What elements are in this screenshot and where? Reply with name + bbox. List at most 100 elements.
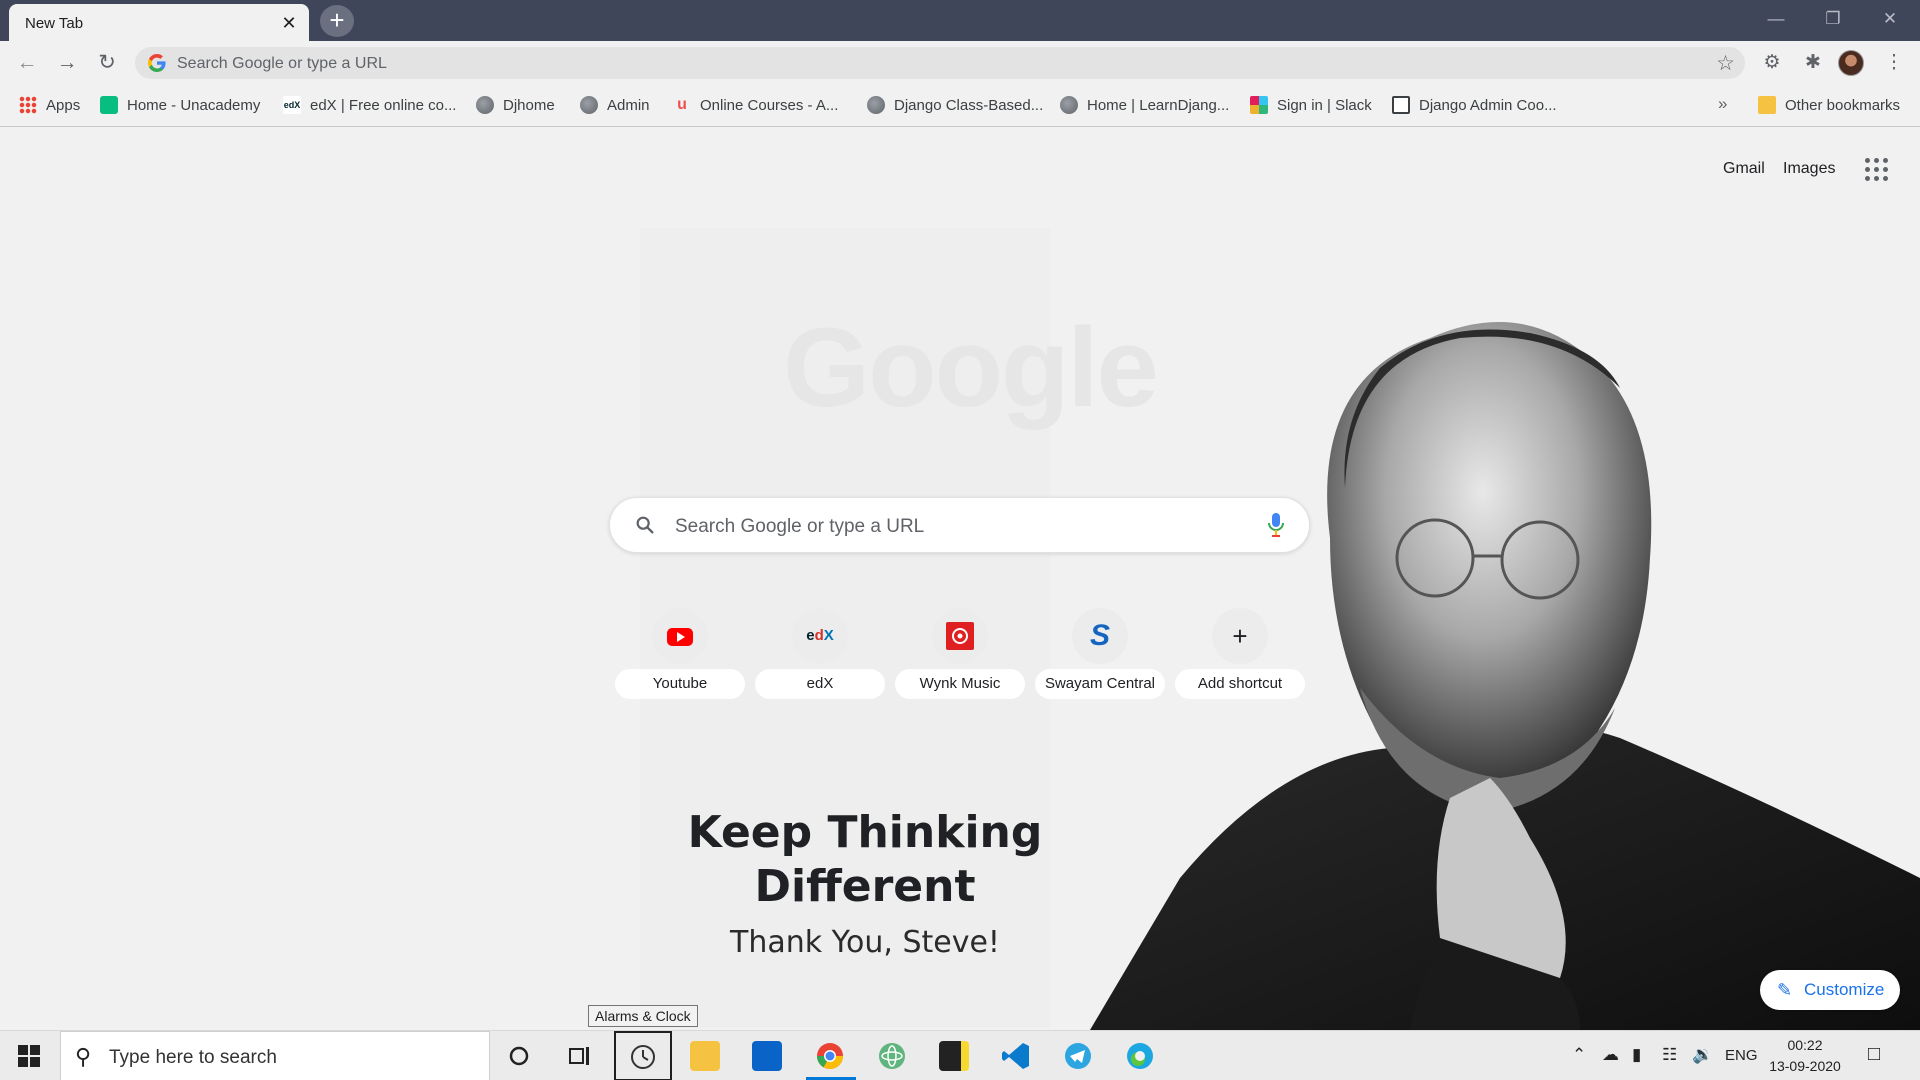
quote-line-1: Keep Thinking xyxy=(687,807,1043,858)
shortcut-wynk[interactable]: Wynk Music xyxy=(895,608,1025,720)
wifi-icon[interactable]: ☷ xyxy=(1662,1045,1677,1065)
clock-time: 00:22 xyxy=(1787,1037,1823,1053)
customize-button[interactable]: ✎ Customize xyxy=(1760,970,1900,1010)
search-icon: ⚲ xyxy=(75,1044,92,1069)
quote-subtitle: Thank You, Steve! xyxy=(730,925,1000,960)
google-g-icon xyxy=(148,54,166,72)
bookmark-apps[interactable]: Apps xyxy=(19,94,80,116)
system-clock[interactable]: 00:22 13-09-2020 xyxy=(1765,1035,1845,1077)
bookmark-label: Home - Unacademy xyxy=(127,96,261,114)
taskbar-mail[interactable] xyxy=(738,1031,796,1080)
globe-icon xyxy=(580,96,598,114)
images-link[interactable]: Images xyxy=(1783,160,1835,178)
bookmark-label: Sign in | Slack xyxy=(1277,96,1372,114)
tab-new-tab[interactable]: New Tab ✕ xyxy=(9,4,309,41)
document-icon xyxy=(1392,96,1410,114)
bookmark-udemy[interactable]: u Online Courses - A... xyxy=(673,94,838,116)
profile-avatar[interactable] xyxy=(1838,50,1864,76)
bookmark-edx[interactable]: edX edX | Free online co... xyxy=(283,94,456,116)
bookmark-other[interactable]: Other bookmarks xyxy=(1758,94,1900,116)
bookmark-label: Djhome xyxy=(503,96,555,114)
taskbar-alarms-clock[interactable] xyxy=(614,1031,672,1080)
bookmark-label: Django Class-Based... xyxy=(894,96,1044,114)
menu-kebab-icon[interactable]: ⋮ xyxy=(1880,49,1908,77)
taskbar-vscode[interactable] xyxy=(987,1031,1045,1080)
task-view-button[interactable] xyxy=(551,1031,609,1080)
forward-arrow-icon[interactable]: → xyxy=(52,48,82,78)
taskbar-file-explorer[interactable] xyxy=(676,1031,734,1080)
bookmark-label: edX | Free online co... xyxy=(310,96,457,114)
bookmark-admin[interactable]: Admin xyxy=(580,94,650,116)
volume-icon[interactable]: 🔉 xyxy=(1692,1045,1713,1065)
language-indicator[interactable]: ENG xyxy=(1725,1047,1758,1064)
taskbar-telegram[interactable] xyxy=(1049,1031,1107,1080)
close-tab-icon[interactable]: ✕ xyxy=(279,13,299,33)
extensions-puzzle-icon[interactable]: ✱ xyxy=(1799,49,1827,77)
shortcut-tile: edX xyxy=(792,608,848,664)
telegram-icon xyxy=(1065,1043,1091,1069)
tab-strip: New Tab ✕ + — ❐ ✕ xyxy=(0,0,1920,41)
windows-taskbar: ⚲ Type here to search ⌃ ☁ ▮ ☷ 🔉 ENG 00:2… xyxy=(0,1030,1920,1080)
shortcut-tile xyxy=(652,608,708,664)
extension-gear-icon[interactable]: ⚙ xyxy=(1758,49,1786,77)
onedrive-cloud-icon[interactable]: ☁ xyxy=(1602,1045,1619,1065)
tab-title: New Tab xyxy=(25,15,84,32)
globe-icon xyxy=(476,96,494,114)
vscode-icon xyxy=(1002,1043,1029,1069)
task-view-icon xyxy=(569,1047,589,1065)
atom-icon xyxy=(879,1043,905,1069)
wynk-music-icon xyxy=(946,622,974,650)
reload-icon[interactable]: ↻ xyxy=(92,48,122,78)
quote-line-2: Different xyxy=(754,861,976,912)
mail-icon xyxy=(752,1041,782,1071)
taskbar-edge[interactable] xyxy=(1111,1031,1169,1080)
globe-icon xyxy=(867,96,885,114)
taskbar-atom[interactable] xyxy=(863,1031,921,1080)
back-arrow-icon[interactable]: ← xyxy=(12,48,42,78)
windows-start-icon[interactable] xyxy=(18,1045,40,1067)
unacademy-icon xyxy=(100,96,118,114)
udemy-icon: u xyxy=(677,96,687,113)
taskbar-chrome[interactable] xyxy=(801,1031,859,1080)
shortcut-youtube[interactable]: Youtube xyxy=(615,608,745,720)
search-icon xyxy=(636,516,654,534)
minimize-button[interactable]: — xyxy=(1756,6,1796,32)
bookmarks-bar: Apps Home - Unacademy edX edX | Free onl… xyxy=(0,84,1920,127)
cortana-button[interactable] xyxy=(490,1031,548,1080)
close-window-button[interactable]: ✕ xyxy=(1870,6,1910,32)
shortcut-label: edX xyxy=(755,669,885,699)
bookmark-slack[interactable]: Sign in | Slack xyxy=(1250,94,1372,116)
sticky-notes-icon xyxy=(939,1041,969,1071)
action-center-icon[interactable]: □ xyxy=(1868,1043,1880,1066)
new-tab-button[interactable]: + xyxy=(320,5,354,37)
battery-icon[interactable]: ▮ xyxy=(1632,1045,1641,1065)
bookmarks-overflow-icon[interactable]: » xyxy=(1718,94,1727,114)
show-hidden-icons-chevron-icon[interactable]: ⌃ xyxy=(1572,1045,1586,1065)
bookmark-label: Admin xyxy=(607,96,650,114)
bookmark-star-icon[interactable]: ☆ xyxy=(1716,51,1735,76)
taskbar-search-box[interactable]: ⚲ Type here to search xyxy=(60,1031,490,1080)
bookmark-django-cbv[interactable]: Django Class-Based... xyxy=(867,94,1043,116)
address-bar[interactable]: Search Google or type a URL ☆ xyxy=(135,47,1745,79)
shortcut-label: Wynk Music xyxy=(895,669,1025,699)
taskbar-tooltip: Alarms & Clock xyxy=(588,1005,698,1027)
bookmark-unacademy[interactable]: Home - Unacademy xyxy=(100,94,260,116)
shortcut-label: Youtube xyxy=(615,669,745,699)
folder-icon xyxy=(690,1041,720,1071)
slack-icon xyxy=(1250,96,1268,114)
bookmark-label: Home | LearnDjang... xyxy=(1087,96,1230,114)
restore-button[interactable]: ❐ xyxy=(1813,6,1853,32)
customize-label: Customize xyxy=(1804,980,1885,999)
folder-icon xyxy=(1758,96,1776,114)
pencil-icon: ✎ xyxy=(1777,980,1793,1000)
gmail-link[interactable]: Gmail xyxy=(1723,160,1765,178)
search-placeholder: Search Google or type a URL xyxy=(675,516,925,537)
bookmark-djhome[interactable]: Djhome xyxy=(476,94,555,116)
bookmark-django-admin[interactable]: Django Admin Coo... xyxy=(1392,94,1557,116)
bookmark-learndjango[interactable]: Home | LearnDjang... xyxy=(1060,94,1229,116)
shortcut-edx[interactable]: edX edX xyxy=(755,608,885,720)
google-apps-icon[interactable] xyxy=(1865,158,1889,182)
new-tab-page: Gmail Images Google Search Google or typ… xyxy=(0,128,1920,1030)
taskbar-search-placeholder: Type here to search xyxy=(109,1047,277,1068)
taskbar-sticky-notes[interactable] xyxy=(925,1031,983,1080)
